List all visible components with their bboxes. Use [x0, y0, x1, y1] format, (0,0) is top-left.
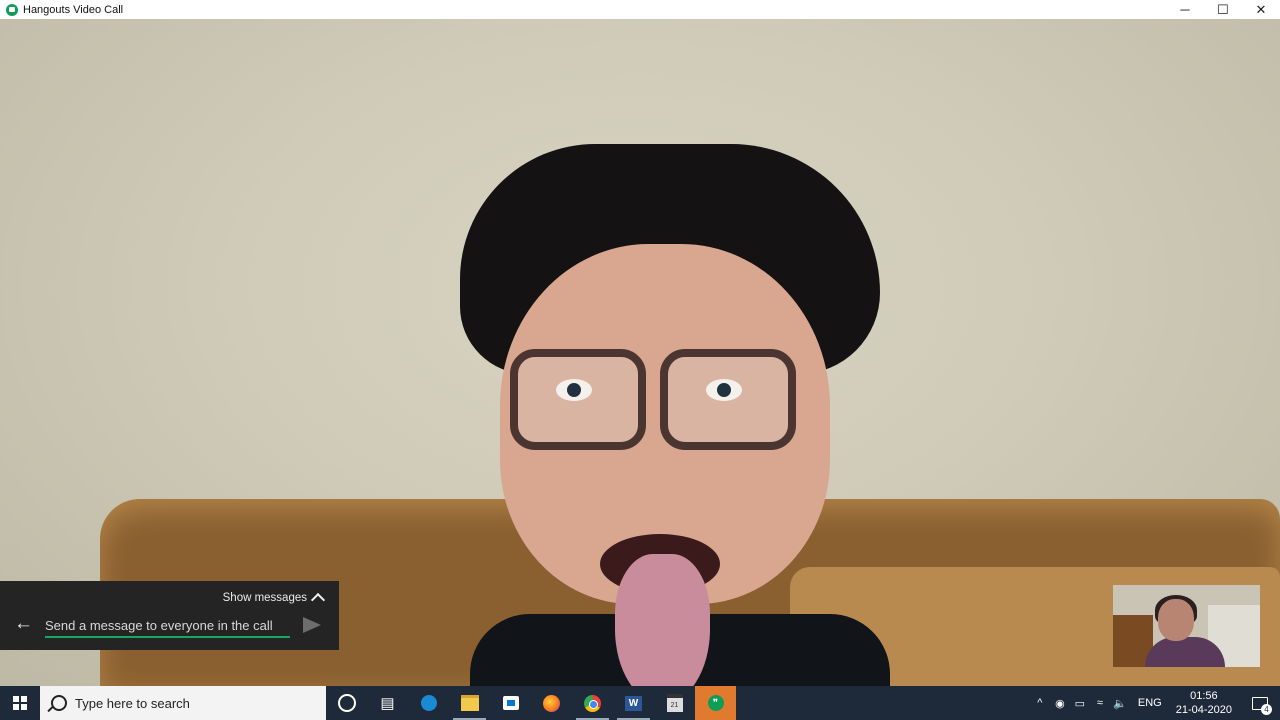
firefox-icon [543, 694, 560, 712]
store-icon [502, 696, 519, 710]
firefox-button[interactable] [531, 686, 572, 720]
system-tray: ^ ◉ ▭ ≈ 🔈 ENG 01:56 21-04-2020 4 [1030, 686, 1280, 720]
edge-button[interactable] [408, 686, 449, 720]
word-button[interactable]: W [613, 686, 654, 720]
search-icon [51, 695, 67, 711]
show-messages-label: Show messages [222, 592, 307, 604]
right-lens [660, 349, 796, 450]
maximize-button[interactable]: ☐ [1204, 0, 1242, 19]
right-eye [706, 379, 742, 401]
self-view-video[interactable] [1113, 585, 1260, 667]
remote-participant [440, 144, 890, 686]
chat-panel: Show messages ← [0, 581, 339, 650]
left-eye [556, 379, 592, 401]
search-placeholder: Type here to search [75, 695, 190, 711]
video-editor-button[interactable]: 21 [654, 686, 695, 720]
taskbar: Type here to search ▤ W 21 ❞ ^ ◉ ▭ ≈ 🔈 E… [0, 686, 1280, 720]
left-lens [510, 349, 646, 450]
video-editor-icon: 21 [666, 694, 683, 712]
participant-tongue [615, 554, 710, 686]
cortana-button[interactable] [326, 686, 367, 720]
minimize-button[interactable]: ─ [1166, 0, 1204, 19]
back-arrow-icon[interactable]: ← [14, 614, 34, 634]
message-input[interactable] [45, 614, 290, 638]
task-view-icon: ▤ [380, 695, 395, 712]
cortana-icon [337, 694, 356, 712]
close-button[interactable]: ✕ [1242, 0, 1280, 19]
send-icon[interactable] [303, 617, 321, 633]
battery-icon[interactable]: ▭ [1070, 697, 1090, 710]
word-icon: W [625, 695, 642, 711]
action-center-button[interactable]: 4 [1240, 686, 1280, 720]
clock-time: 01:56 [1190, 690, 1218, 702]
store-button[interactable] [490, 686, 531, 720]
window-controls: ─ ☐ ✕ [1166, 0, 1280, 19]
taskbar-search[interactable]: Type here to search [40, 686, 326, 720]
title-bar: Hangouts Video Call ─ ☐ ✕ [0, 0, 1280, 19]
task-view-button[interactable]: ▤ [367, 686, 408, 720]
start-button[interactable] [0, 686, 40, 720]
self-view-face [1158, 599, 1194, 641]
hangouts-app-icon [6, 3, 18, 16]
chrome-icon [584, 694, 601, 712]
chevron-up-icon [310, 592, 326, 608]
file-explorer-icon [460, 695, 479, 711]
notification-count-badge: 4 [1261, 704, 1272, 715]
wifi-icon[interactable]: ≈ [1090, 697, 1110, 709]
edge-icon [420, 695, 437, 711]
hangouts-icon: ❞ [707, 695, 724, 711]
show-messages-button[interactable]: Show messages [222, 591, 326, 608]
clock[interactable]: 01:56 21-04-2020 [1176, 689, 1232, 717]
language-indicator[interactable]: ENG [1138, 697, 1162, 709]
file-explorer-button[interactable] [449, 686, 490, 720]
participant-glasses [510, 349, 800, 450]
windows-icon [13, 696, 27, 710]
volume-icon[interactable]: 🔈 [1110, 697, 1130, 710]
window-title: Hangouts Video Call [23, 3, 124, 16]
security-icon[interactable]: ◉ [1050, 697, 1070, 710]
clock-date: 21-04-2020 [1175, 704, 1232, 716]
chrome-button[interactable] [572, 686, 613, 720]
hangouts-taskbar-button[interactable]: ❞ [695, 686, 736, 720]
show-hidden-icons-chevron[interactable]: ^ [1030, 697, 1050, 709]
